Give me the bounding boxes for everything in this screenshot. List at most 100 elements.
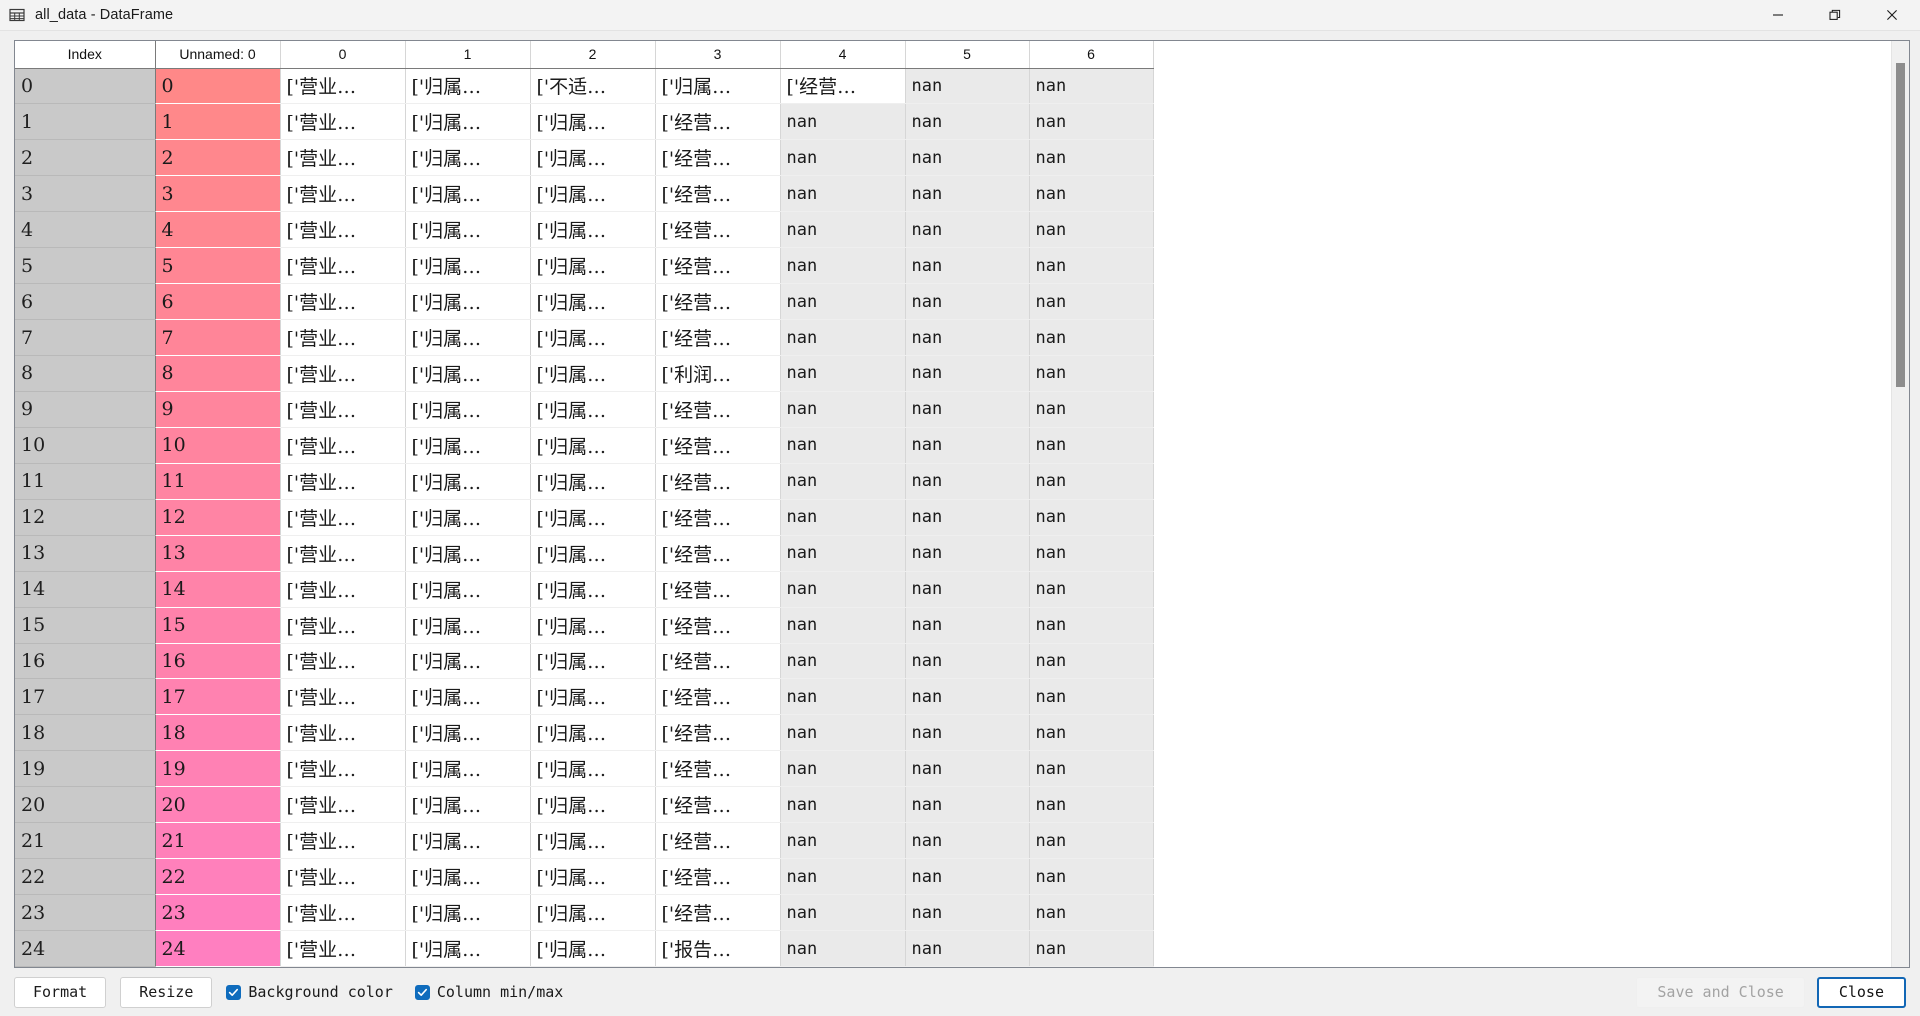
nan-cell[interactable]: nan [1029,427,1154,464]
data-cell[interactable]: ['经营… [655,175,781,213]
data-cell[interactable]: ['归属… [530,175,656,213]
nan-cell[interactable]: nan [780,535,906,572]
unnamed-value-cell[interactable]: 9 [155,391,281,428]
row-index-cell[interactable]: 2 [15,139,156,177]
column-header-3[interactable]: 3 [655,41,781,69]
row-index-cell[interactable]: 1 [15,103,156,141]
nan-cell[interactable]: nan [1029,643,1154,680]
nan-cell[interactable]: nan [905,355,1030,392]
data-cell[interactable]: ['营业… [280,535,406,572]
data-cell[interactable]: ['营业… [280,678,406,716]
data-cell[interactable]: ['经营… [655,535,781,572]
row-index-cell[interactable]: 19 [15,750,156,788]
data-cell[interactable]: ['归属… [405,607,531,644]
nan-cell[interactable]: nan [905,175,1030,213]
nan-cell[interactable]: nan [905,786,1030,824]
data-cell[interactable]: ['归属… [405,750,531,788]
data-cell[interactable]: ['归属… [530,427,656,464]
table-row[interactable]: 18 18 ['营业… ['归属… ['归属… ['经营… nan nan nan [15,714,1154,752]
unnamed-value-cell[interactable]: 20 [155,786,281,824]
nan-cell[interactable]: nan [905,319,1030,356]
data-cell[interactable]: ['经营… [655,894,781,931]
data-cell[interactable]: ['归属… [530,858,656,896]
data-cell[interactable]: ['营业… [280,822,406,860]
data-cell[interactable]: ['归属… [405,571,531,608]
nan-cell[interactable]: nan [1029,714,1154,752]
nan-cell[interactable]: nan [905,750,1030,788]
data-cell[interactable]: ['营业… [280,103,406,141]
nan-cell[interactable]: nan [780,894,906,931]
nan-cell[interactable]: nan [1029,283,1154,321]
table-row[interactable]: 13 13 ['营业… ['归属… ['归属… ['经营… nan nan nan [15,535,1154,572]
column-header-6[interactable]: 6 [1029,41,1154,69]
data-cell[interactable]: ['归属… [530,211,656,249]
data-cell[interactable]: ['归属… [405,247,531,285]
nan-cell[interactable]: nan [1029,786,1154,824]
nan-cell[interactable]: nan [1029,535,1154,572]
nan-cell[interactable]: nan [1029,247,1154,285]
data-cell[interactable]: ['营业… [280,319,406,356]
nan-cell[interactable]: nan [905,535,1030,572]
nan-cell[interactable]: nan [780,714,906,752]
data-cell[interactable]: ['营业… [280,139,406,177]
data-cell[interactable]: ['报告… [655,930,781,967]
data-cell[interactable]: ['归属… [530,571,656,608]
row-index-cell[interactable]: 8 [15,355,156,392]
nan-cell[interactable]: nan [1029,571,1154,608]
nan-cell[interactable]: nan [1029,750,1154,788]
data-cell[interactable]: ['归属… [405,714,531,752]
data-cell[interactable]: ['归属… [405,211,531,249]
table-row[interactable]: 5 5 ['营业… ['归属… ['归属… ['经营… nan nan nan [15,247,1154,285]
nan-cell[interactable]: nan [905,607,1030,644]
data-cell[interactable]: ['营业… [280,211,406,249]
nan-cell[interactable]: nan [780,427,906,464]
nan-cell[interactable]: nan [1029,930,1154,967]
nan-cell[interactable]: nan [905,211,1030,249]
data-cell[interactable]: ['归属… [405,139,531,177]
unnamed-value-cell[interactable]: 21 [155,822,281,860]
data-cell[interactable]: ['归属… [405,283,531,321]
data-cell[interactable]: ['归属… [405,930,531,967]
unnamed-value-cell[interactable]: 4 [155,211,281,249]
nan-cell[interactable]: nan [1029,894,1154,931]
nan-cell[interactable]: nan [780,499,906,536]
data-cell[interactable]: ['归属… [405,786,531,824]
data-cell[interactable]: ['经营… [655,247,781,285]
table-row[interactable]: 19 19 ['营业… ['归属… ['归属… ['经营… nan nan nan [15,750,1154,788]
row-index-cell[interactable]: 9 [15,391,156,428]
data-cell[interactable]: ['经营… [655,607,781,644]
data-cell[interactable]: ['营业… [280,283,406,321]
unnamed-value-cell[interactable]: 3 [155,175,281,213]
row-index-cell[interactable]: 5 [15,247,156,285]
unnamed-value-cell[interactable]: 1 [155,103,281,141]
data-cell[interactable]: ['归属… [530,894,656,931]
table-row[interactable]: 0 0 ['营业… ['归属… ['不适… ['归属… ['经营… nan nan [15,68,1154,105]
data-cell[interactable]: ['归属… [655,68,781,105]
row-index-cell[interactable]: 3 [15,175,156,213]
row-index-cell[interactable]: 23 [15,894,156,931]
data-cell[interactable]: ['归属… [405,535,531,572]
data-cell[interactable]: ['归属… [405,68,531,105]
row-index-cell[interactable]: 6 [15,283,156,321]
nan-cell[interactable]: nan [1029,211,1154,249]
nan-cell[interactable]: nan [1029,139,1154,177]
table-row[interactable]: 14 14 ['营业… ['归属… ['归属… ['经营… nan nan nan [15,571,1154,608]
nan-cell[interactable]: nan [1029,822,1154,860]
data-cell[interactable]: ['营业… [280,930,406,967]
nan-cell[interactable]: nan [780,643,906,680]
data-cell[interactable]: ['归属… [530,463,656,500]
data-cell[interactable]: ['营业… [280,607,406,644]
data-cell[interactable]: ['归属… [530,714,656,752]
row-index-cell[interactable]: 0 [15,68,156,105]
nan-cell[interactable]: nan [780,463,906,500]
data-cell[interactable]: ['营业… [280,247,406,285]
data-cell[interactable]: ['归属… [530,535,656,572]
data-cell[interactable]: ['归属… [405,499,531,536]
nan-cell[interactable]: nan [780,607,906,644]
nan-cell[interactable]: nan [780,355,906,392]
table-row[interactable]: 8 8 ['营业… ['归属… ['归属… ['利润… nan nan nan [15,355,1154,392]
nan-cell[interactable]: nan [1029,607,1154,644]
unnamed-value-cell[interactable]: 0 [155,68,281,105]
data-cell[interactable]: ['不适… [530,68,656,105]
table-row[interactable]: 7 7 ['营业… ['归属… ['归属… ['经营… nan nan nan [15,319,1154,356]
